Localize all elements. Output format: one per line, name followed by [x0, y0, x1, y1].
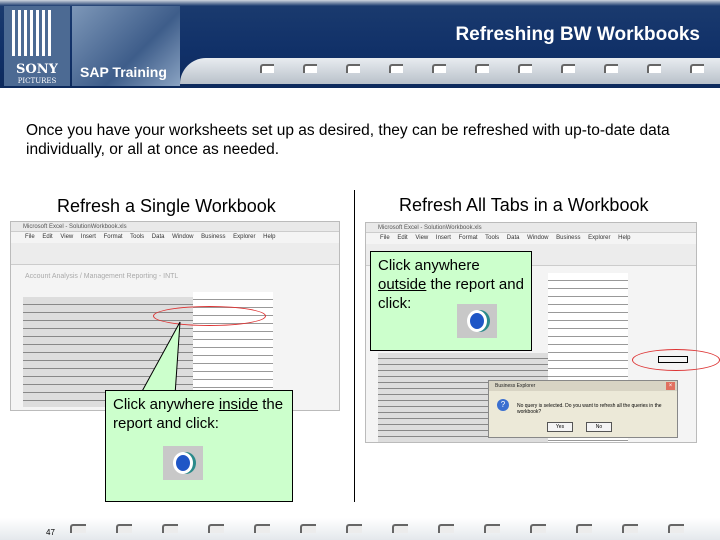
binder-tab	[346, 524, 362, 533]
question-icon: ?	[497, 399, 509, 411]
callout-outside: Click anywhere outside the report and cl…	[370, 251, 532, 351]
callout-inside: Click anywhere inside the report and cli…	[105, 390, 293, 502]
binder-tab	[484, 524, 500, 533]
refresh-all-icon	[457, 304, 497, 338]
binder-tab	[668, 524, 684, 533]
binder-tab	[576, 524, 592, 533]
excel-title: Microsoft Excel - SolutionWorkbook.xls	[366, 223, 696, 233]
business-explorer-dialog: Business Explorer × ? No query is select…	[488, 380, 678, 438]
binder-tab	[622, 524, 638, 533]
binder-tab	[392, 524, 408, 533]
binder-tab	[70, 524, 86, 533]
dialog-title: Business Explorer	[489, 381, 677, 391]
page-number: 47	[46, 528, 55, 537]
highlight-ellipse	[632, 349, 720, 371]
binder-tab	[162, 524, 178, 533]
binder-tab	[300, 524, 316, 533]
yes-button[interactable]: Yes	[547, 422, 573, 432]
binder-tab	[208, 524, 224, 533]
binder-tab	[116, 524, 132, 533]
binder-tab	[254, 524, 270, 533]
no-button[interactable]: No	[586, 422, 612, 432]
dialog-message: No query is selected. Do you want to ref…	[517, 403, 662, 415]
binder-tab	[438, 524, 454, 533]
binder-tab	[530, 524, 546, 533]
excel-menu: File Edit View Insert Format Tools Data …	[380, 235, 631, 241]
close-icon[interactable]: ×	[666, 382, 675, 390]
binder-footer	[0, 518, 720, 540]
refresh-all-icon	[163, 446, 203, 480]
